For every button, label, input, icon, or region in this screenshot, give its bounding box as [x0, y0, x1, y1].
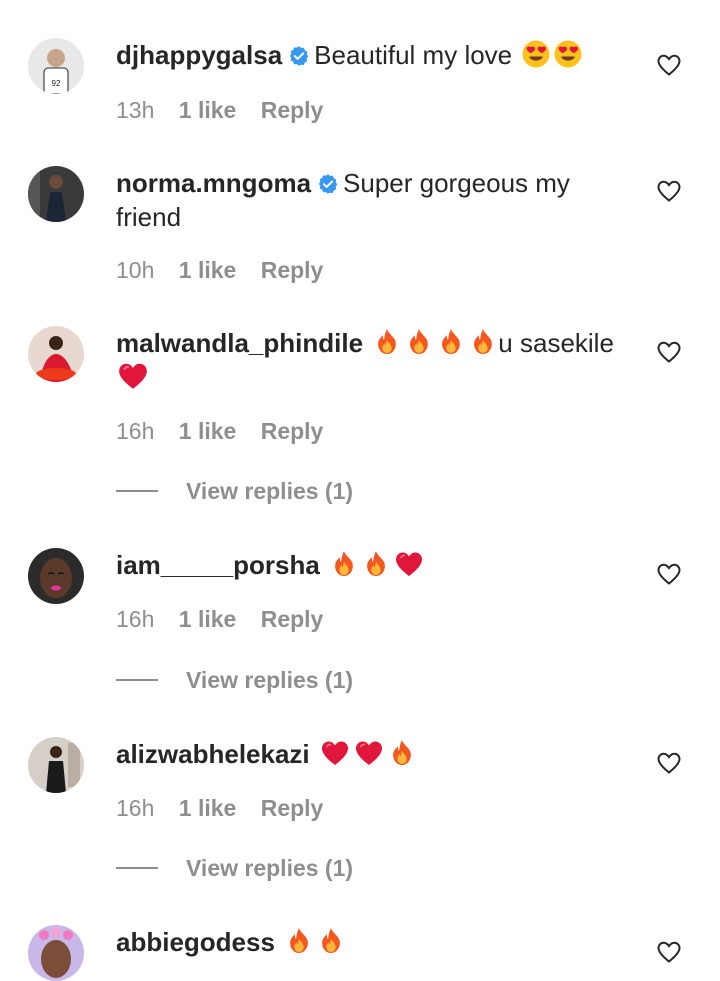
svg-text:92: 92	[52, 79, 61, 88]
fire-emoji-icon	[316, 926, 346, 956]
fire-emoji-icon	[329, 549, 359, 579]
view-replies-button[interactable]: View replies (1)	[116, 666, 353, 694]
verified-badge-icon	[288, 45, 310, 67]
comment-likes[interactable]: 1 like	[179, 257, 237, 283]
comment-text: iam_____porsha	[116, 548, 636, 582]
comment-meta: 16h 1 like Reply	[116, 794, 341, 822]
fire-emoji-icon	[436, 327, 466, 357]
comment-username[interactable]: abbiegodess	[116, 927, 275, 957]
avatar[interactable]	[28, 737, 84, 793]
reply-button[interactable]: Reply	[261, 418, 324, 444]
comment-text: abbiegodess	[116, 925, 636, 959]
divider-line	[116, 867, 158, 869]
comment-username[interactable]: norma.mngoma	[116, 168, 311, 198]
fire-emoji-icon	[468, 327, 498, 357]
avatar[interactable]	[28, 925, 84, 981]
avatar[interactable]	[28, 166, 84, 222]
reply-button[interactable]: Reply	[261, 795, 324, 821]
view-replies-label: View replies (1)	[186, 855, 354, 881]
comment-text: djhappygalsa Beautiful my love	[116, 38, 636, 72]
comment-time: 16h	[116, 606, 155, 632]
red-heart-emoji-icon	[116, 360, 150, 392]
heart-eyes-emoji-icon	[521, 39, 551, 69]
like-heart-icon[interactable]	[656, 562, 682, 586]
fire-emoji-icon	[372, 327, 402, 357]
comment-username[interactable]: djhappygalsa	[116, 40, 282, 70]
red-heart-emoji-icon	[319, 738, 351, 768]
like-heart-icon[interactable]	[656, 179, 682, 203]
fire-emoji-icon	[361, 549, 391, 579]
like-heart-icon[interactable]	[656, 53, 682, 77]
like-heart-icon[interactable]	[656, 940, 682, 964]
comment-time: 13h	[116, 97, 155, 123]
verified-badge-icon	[317, 173, 339, 195]
comment-likes[interactable]: 1 like	[179, 606, 237, 632]
comment-meta: 16h 1 like Reply	[116, 417, 341, 445]
comment-time: 16h	[116, 795, 155, 821]
reply-button[interactable]: Reply	[261, 257, 324, 283]
view-replies-label: View replies (1)	[186, 667, 354, 693]
fire-emoji-icon	[404, 327, 434, 357]
like-heart-icon[interactable]	[656, 340, 682, 364]
heart-eyes-emoji-icon	[553, 39, 583, 69]
fire-emoji-icon	[387, 738, 417, 768]
comment-meta: 16h 1 like Reply	[116, 605, 341, 633]
comment-text: norma.mngoma Super gorgeous my friend	[116, 166, 636, 234]
reply-button[interactable]: Reply	[261, 606, 324, 632]
comment-username[interactable]: malwandla_phindile	[116, 328, 363, 358]
comment-username[interactable]: alizwabhelekazi	[116, 739, 310, 769]
like-heart-icon[interactable]	[656, 751, 682, 775]
comment-text: alizwabhelekazi	[116, 737, 636, 771]
comment-body: u sasekile	[498, 328, 614, 358]
avatar[interactable]: 92	[28, 38, 84, 94]
comment-time: 16h	[116, 418, 155, 444]
divider-line	[116, 490, 158, 492]
red-heart-emoji-icon	[353, 738, 385, 768]
comment-likes[interactable]: 1 like	[179, 97, 237, 123]
divider-line	[116, 679, 158, 681]
comment-meta: 10h 1 like Reply	[116, 256, 341, 284]
reply-button[interactable]: Reply	[261, 97, 324, 123]
view-replies-button[interactable]: View replies (1)	[116, 854, 353, 882]
comment-likes[interactable]: 1 like	[179, 795, 237, 821]
comment-body: Beautiful my love	[314, 40, 513, 70]
comment-likes[interactable]: 1 like	[179, 418, 237, 444]
comment-meta: 13h 1 like Reply	[116, 96, 341, 124]
fire-emoji-icon	[284, 926, 314, 956]
avatar[interactable]	[28, 548, 84, 604]
view-replies-label: View replies (1)	[186, 478, 354, 504]
comment-username[interactable]: iam_____porsha	[116, 550, 320, 580]
view-replies-button[interactable]: View replies (1)	[116, 477, 353, 505]
comment-time: 10h	[116, 257, 155, 283]
avatar[interactable]	[28, 326, 84, 382]
comment-text: malwandla_phindile u sasekile	[116, 326, 636, 395]
red-heart-emoji-icon	[393, 549, 425, 579]
